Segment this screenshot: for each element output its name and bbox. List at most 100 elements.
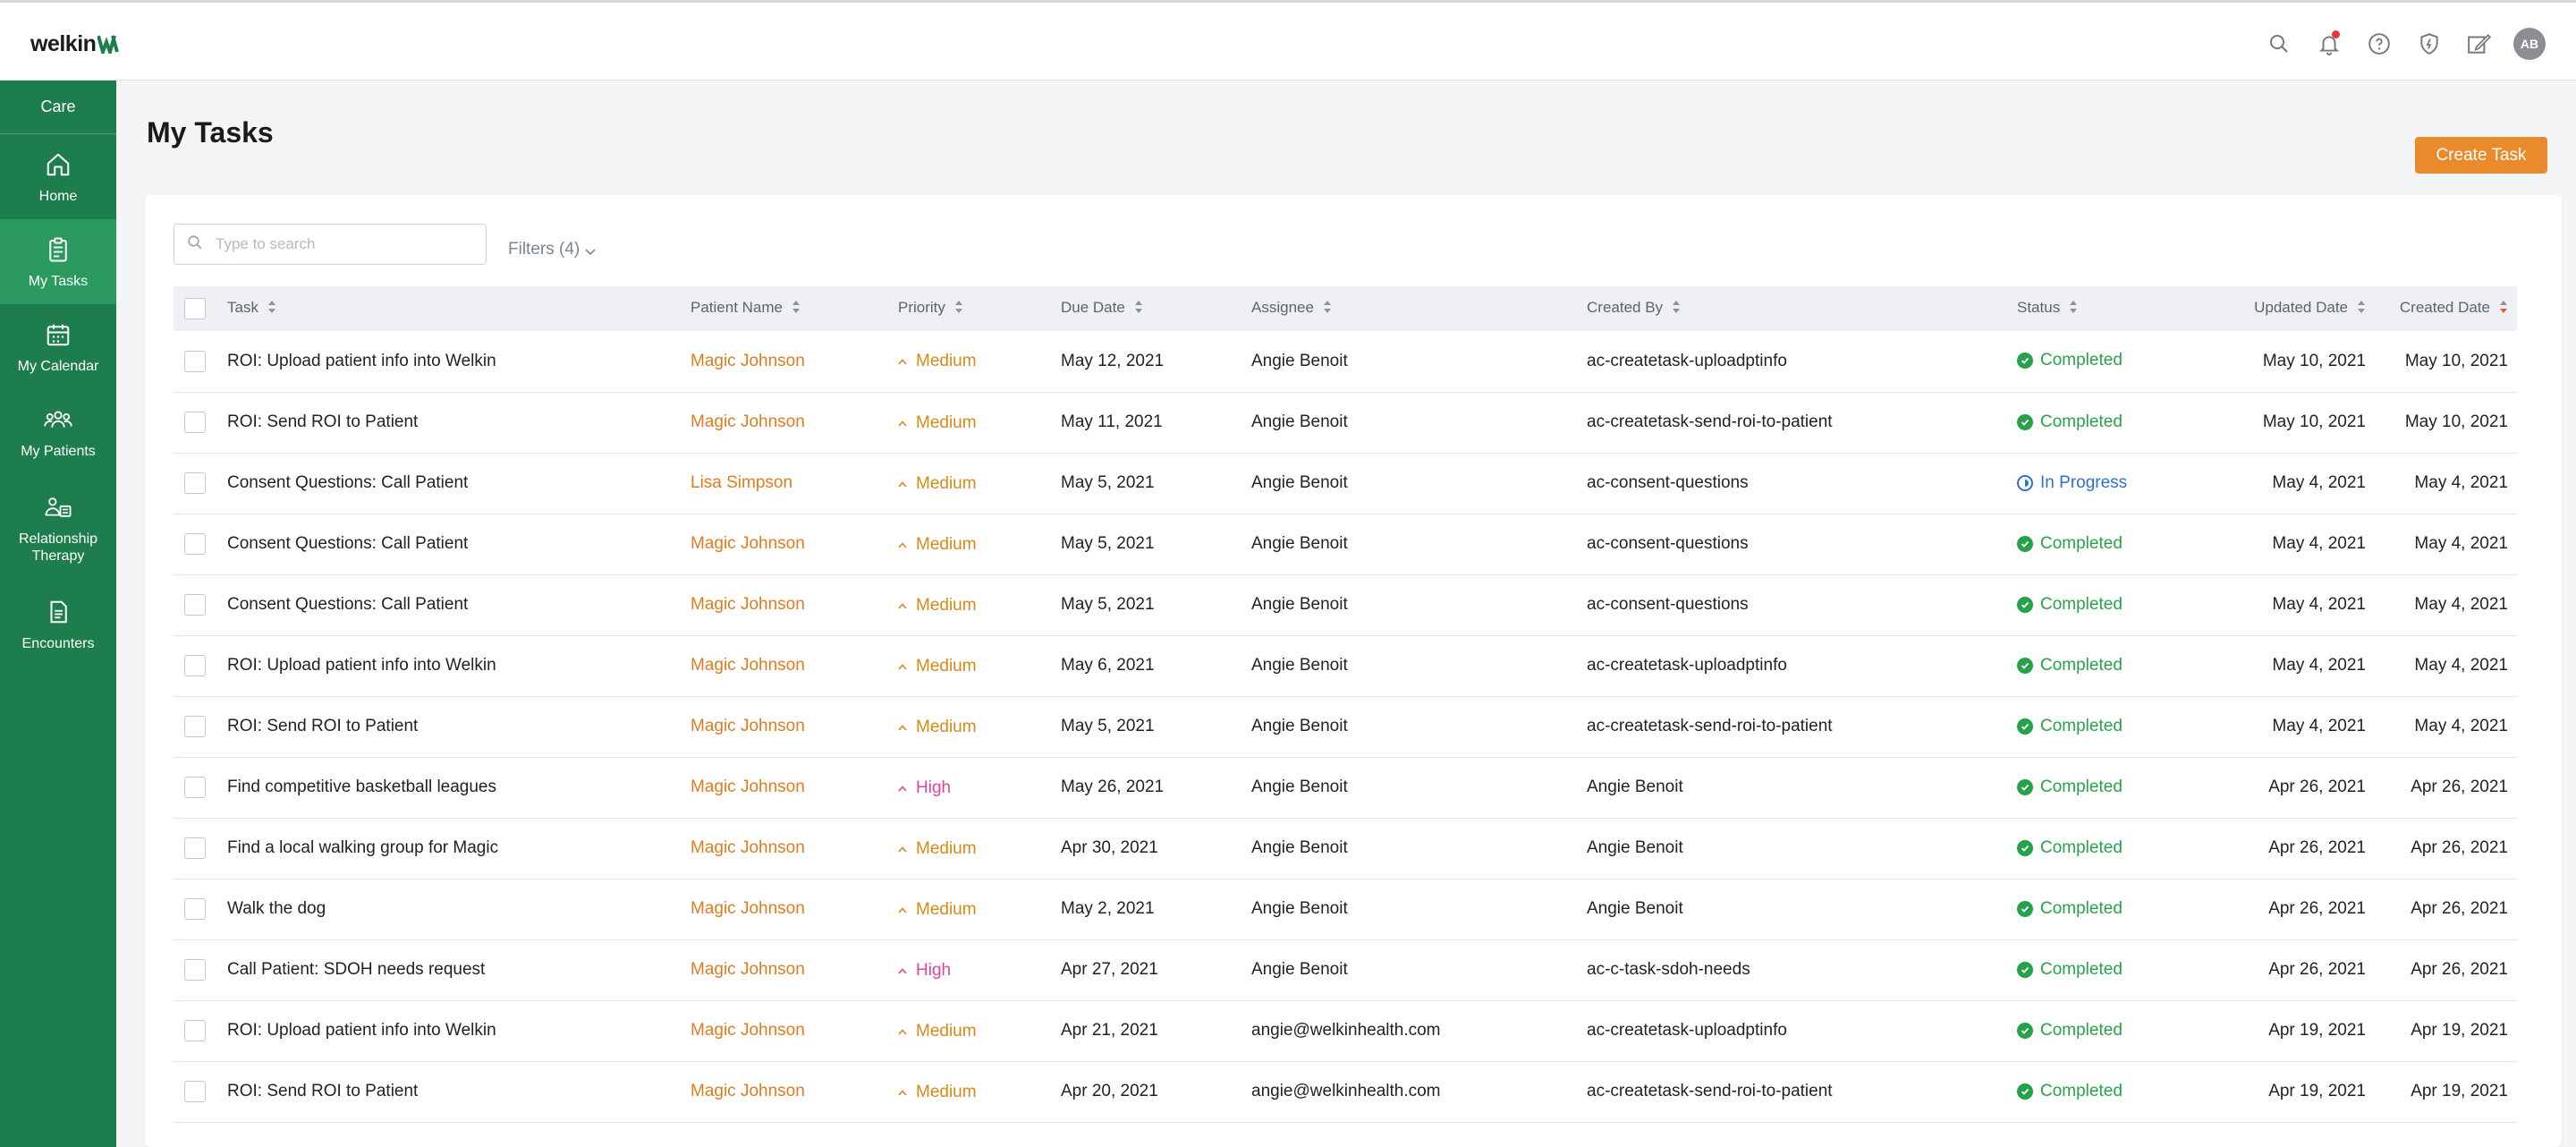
column-header-assignee[interactable]: Assignee xyxy=(1251,286,1587,331)
patient-link[interactable]: Magic Johnson xyxy=(691,1021,805,1040)
task-cell[interactable]: ROI: Send ROI to Patient xyxy=(227,696,691,757)
task-name[interactable]: ROI: Send ROI to Patient xyxy=(227,412,418,431)
column-header-task[interactable]: Task xyxy=(227,286,691,331)
row-checkbox[interactable] xyxy=(184,1081,206,1102)
task-cell[interactable]: ROI: Upload patient info into Welkin xyxy=(227,1000,691,1061)
column-header-created-by[interactable]: Created By xyxy=(1587,286,2017,331)
sidebar-item-encounters[interactable]: Encounters xyxy=(0,582,116,667)
status-cell: Completed xyxy=(2017,514,2223,574)
task-cell[interactable]: ROI: Send ROI to Patient xyxy=(227,1061,691,1122)
row-checkbox[interactable] xyxy=(184,655,206,676)
filters-label: Filters (4) xyxy=(508,240,580,259)
task-cell[interactable]: Consent Questions: Call Patient xyxy=(227,574,691,635)
task-name[interactable]: Call Patient: SDOH needs request xyxy=(227,960,485,979)
sidebar-item-my-patients[interactable]: My Patients xyxy=(0,389,116,474)
patient-link[interactable]: Magic Johnson xyxy=(691,960,805,979)
status-badge: Completed xyxy=(2017,351,2123,370)
status-badge: Completed xyxy=(2017,899,2123,919)
row-checkbox[interactable] xyxy=(184,533,206,555)
task-name[interactable]: Consent Questions: Call Patient xyxy=(227,473,468,492)
table-row[interactable]: Find a local walking group for Magic Magi… xyxy=(174,818,2517,879)
row-select-cell xyxy=(174,1061,227,1122)
bell-icon[interactable] xyxy=(2311,26,2347,62)
row-checkbox[interactable] xyxy=(184,716,206,737)
patient-link[interactable]: Magic Johnson xyxy=(691,717,805,735)
table-row[interactable]: Call Patient: SDOH needs request Magic Jo… xyxy=(174,939,2517,1000)
patient-link[interactable]: Magic Johnson xyxy=(691,838,805,857)
column-header-patient-name[interactable]: Patient Name xyxy=(691,286,898,331)
avatar[interactable]: AB xyxy=(2513,28,2546,60)
task-cell[interactable]: Call Patient: SDOH needs request xyxy=(227,939,691,1000)
edit-icon[interactable] xyxy=(2462,26,2497,62)
task-cell[interactable]: Find competitive basketball leagues xyxy=(227,757,691,818)
row-select-cell xyxy=(174,574,227,635)
filters-dropdown[interactable]: Filters (4) xyxy=(508,238,596,261)
chevron-up-icon xyxy=(898,963,907,979)
row-checkbox[interactable] xyxy=(184,777,206,798)
task-name[interactable]: Walk the dog xyxy=(227,899,326,918)
patient-link[interactable]: Magic Johnson xyxy=(691,1082,805,1100)
row-checkbox[interactable] xyxy=(184,837,206,859)
help-icon[interactable] xyxy=(2361,26,2397,62)
row-checkbox[interactable] xyxy=(184,412,206,433)
task-name[interactable]: ROI: Upload patient info into Welkin xyxy=(227,1021,496,1040)
table-row[interactable]: ROI: Send ROI to Patient Magic Johnson Med… xyxy=(174,1061,2517,1122)
sidebar-item-home[interactable]: Home xyxy=(0,134,116,219)
task-name[interactable]: Find competitive basketball leagues xyxy=(227,777,496,796)
column-header-priority[interactable]: Priority xyxy=(898,286,1061,331)
search-input[interactable] xyxy=(216,235,466,253)
sidebar-item-relationship-therapy[interactable]: Relationship Therapy xyxy=(0,474,116,582)
table-row[interactable]: Consent Questions: Call Patient Magic Joh… xyxy=(174,574,2517,635)
row-checkbox[interactable] xyxy=(184,472,206,494)
column-header-updated-date[interactable]: Updated Date xyxy=(2223,286,2375,331)
row-checkbox[interactable] xyxy=(184,350,206,372)
task-cell[interactable]: Consent Questions: Call Patient xyxy=(227,514,691,574)
shield-icon[interactable] xyxy=(2411,26,2447,62)
task-cell[interactable]: Consent Questions: Call Patient xyxy=(227,453,691,514)
column-header-due-date[interactable]: Due Date xyxy=(1061,286,1251,331)
task-cell[interactable]: ROI: Send ROI to Patient xyxy=(227,392,691,453)
table-row[interactable]: ROI: Send ROI to Patient Magic Johnson Med… xyxy=(174,696,2517,757)
row-checkbox[interactable] xyxy=(184,1020,206,1041)
task-cell[interactable]: Walk the dog xyxy=(227,879,691,939)
task-name[interactable]: Consent Questions: Call Patient xyxy=(227,534,468,553)
patient-link[interactable]: Magic Johnson xyxy=(691,777,805,796)
task-cell[interactable]: Find a local walking group for Magic xyxy=(227,818,691,879)
patient-link[interactable]: Magic Johnson xyxy=(691,352,805,370)
table-row[interactable]: ROI: Upload patient info into Welkin Magi… xyxy=(174,635,2517,696)
row-checkbox[interactable] xyxy=(184,959,206,981)
priority-badge: Medium xyxy=(898,1022,977,1041)
task-name[interactable]: ROI: Send ROI to Patient xyxy=(227,1082,418,1100)
patient-link[interactable]: Magic Johnson xyxy=(691,534,805,553)
sidebar-item-my-calendar[interactable]: My Calendar xyxy=(0,304,116,389)
task-cell[interactable]: ROI: Upload patient info into Welkin xyxy=(227,635,691,696)
search-box[interactable] xyxy=(174,224,487,265)
task-name[interactable]: ROI: Send ROI to Patient xyxy=(227,717,418,735)
create-task-button[interactable]: Create Task xyxy=(2415,137,2547,174)
sidebar-item-my-tasks[interactable]: My Tasks xyxy=(0,219,116,304)
task-cell[interactable]: ROI: Upload patient info into Welkin xyxy=(227,331,691,392)
table-row[interactable]: Consent Questions: Call Patient Magic Joh… xyxy=(174,514,2517,574)
table-row[interactable]: Consent Questions: Call Patient Lisa Simp… xyxy=(174,453,2517,514)
select-all-checkbox[interactable] xyxy=(184,298,206,319)
task-name[interactable]: Find a local walking group for Magic xyxy=(227,838,498,857)
patient-link[interactable]: Magic Johnson xyxy=(691,899,805,918)
table-row[interactable]: ROI: Upload patient info into Welkin Magi… xyxy=(174,1000,2517,1061)
welkin-logo[interactable]: welkin xyxy=(30,26,121,62)
table-row[interactable]: ROI: Send ROI to Patient Magic Johnson Med… xyxy=(174,392,2517,453)
row-checkbox[interactable] xyxy=(184,898,206,920)
task-name[interactable]: ROI: Upload patient info into Welkin xyxy=(227,352,496,370)
table-row[interactable]: Find competitive basketball leagues Magic… xyxy=(174,757,2517,818)
search-icon[interactable] xyxy=(2261,26,2297,62)
table-row[interactable]: ROI: Upload patient info into Welkin Magi… xyxy=(174,331,2517,392)
row-checkbox[interactable] xyxy=(184,594,206,616)
table-row[interactable]: Walk the dog Magic Johnson Medium May 2, 20… xyxy=(174,879,2517,939)
patient-link[interactable]: Magic Johnson xyxy=(691,412,805,431)
patient-link[interactable]: Magic Johnson xyxy=(691,595,805,614)
task-name[interactable]: Consent Questions: Call Patient xyxy=(227,595,468,614)
patient-link[interactable]: Lisa Simpson xyxy=(691,473,792,492)
task-name[interactable]: ROI: Upload patient info into Welkin xyxy=(227,656,496,675)
patient-link[interactable]: Magic Johnson xyxy=(691,656,805,675)
column-header-created-date[interactable]: Created Date xyxy=(2375,286,2517,331)
column-header-status[interactable]: Status xyxy=(2017,286,2223,331)
